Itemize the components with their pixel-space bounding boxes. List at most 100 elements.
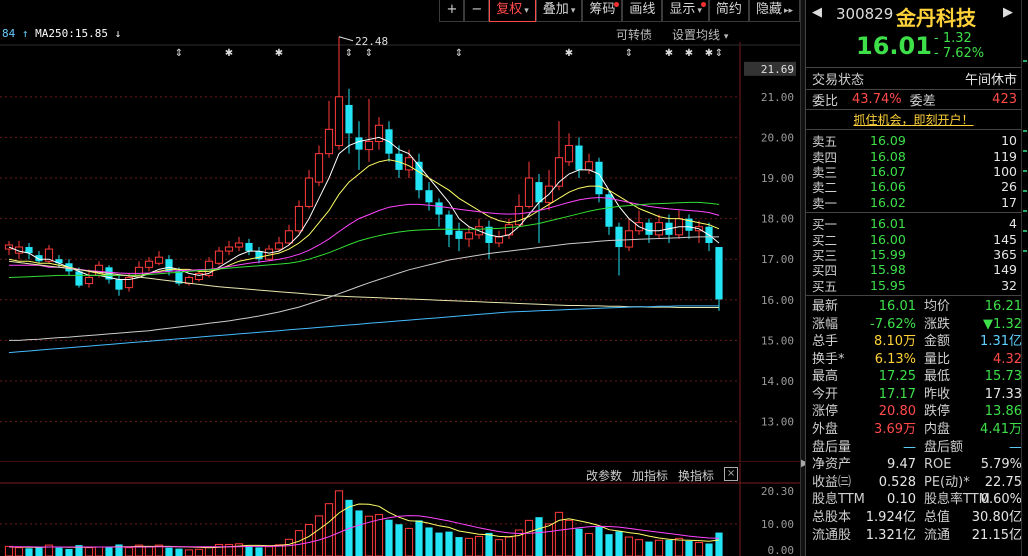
chevron-down-icon: ▾ [524, 6, 529, 16]
stat-label: 总股本 [812, 510, 852, 526]
order-book-vol: 365 [993, 246, 1017, 262]
notification-dot [614, 2, 620, 7]
stat-label: ROE [924, 457, 952, 473]
candle-body [425, 190, 433, 203]
stat-label: 均价 [924, 298, 951, 314]
order-book-row[interactable]: 买五 15.95 32 [806, 277, 1021, 294]
order-book-row[interactable]: 卖一 16.02 17 [806, 195, 1021, 211]
weicha-value: 423 [992, 92, 1017, 107]
order-book-price: 15.98 [870, 262, 906, 278]
ma250-label: MA250: [35, 27, 75, 40]
scroll-marker [1023, 130, 1027, 132]
volume-bar [385, 519, 393, 556]
ask-book: 卖五 16.09 10 卖四 16.08 119 卖三 16.07 100 卖二 16.06 26 卖一… [806, 130, 1021, 213]
volume-bar [665, 539, 673, 556]
volume-bar [554, 511, 564, 556]
stat-value: 1.924亿 [865, 510, 916, 526]
stock-name: 金丹科技 [896, 6, 976, 30]
kline-chart[interactable]: 21.69 21.00 20.00 19.00 18.00 17.00 16.00 15.00… [0, 0, 800, 462]
add-indicator-button[interactable]: 加指标 [632, 467, 668, 484]
stat-label: 股息TTM [812, 492, 865, 508]
open-account-promo[interactable]: 抓住机会，即刻开户！ [806, 110, 1021, 130]
price-tick-label: 15.00 [761, 334, 794, 347]
chevron-down-icon: ▾ [570, 6, 576, 16]
promo-text[interactable]: 抓住机会，即刻开户！ [853, 113, 973, 127]
candle-body [345, 104, 353, 134]
volume-bar [334, 490, 344, 556]
volume-bar [175, 548, 183, 556]
convertible-bond-link[interactable]: 可转债 [616, 26, 652, 43]
stat-value: ▼1.32 [983, 316, 1022, 332]
stat-value: 4.32 [993, 351, 1022, 367]
volume-bar [415, 520, 423, 556]
candle-body [645, 222, 653, 235]
volume-bar [485, 532, 493, 556]
event-marker-icon: ⇕ [625, 48, 633, 59]
candle-body [284, 230, 294, 244]
overlay-button-label: 叠加 [542, 2, 569, 17]
event-marker-icon: ✱ [705, 48, 713, 59]
volume-bar [524, 519, 534, 556]
ma-setting-button[interactable]: 设置均线 ▾ [672, 26, 728, 43]
order-book-price: 16.09 [870, 133, 906, 149]
stat-value: — [903, 439, 916, 455]
adjust-button[interactable]: 复权 ▾ [489, 0, 536, 22]
candle-body [455, 230, 463, 239]
edit-params-button[interactable]: 改参数 [586, 467, 622, 484]
stat-value: 16.01 [878, 298, 916, 314]
overlay-button[interactable]: 叠加 ▾ [535, 0, 583, 22]
chart-area[interactable]: 21.69 21.00 20.00 19.00 18.00 17.00 16.00 15.00… [0, 0, 800, 556]
candle-body [575, 145, 583, 170]
quote-panel: ◀ 300829 金丹科技 ▶ 16.01 - 1.32 - 7.62% 交易状… [805, 0, 1022, 556]
candle-body [115, 279, 123, 290]
candle-body [84, 276, 94, 285]
close-icon[interactable]: × [724, 467, 739, 481]
volume-bar [535, 517, 543, 556]
candle-body [224, 246, 234, 252]
order-book-label: 卖一 [812, 195, 838, 211]
candle-body [194, 272, 204, 281]
chips-button-label: 筹码 [589, 2, 616, 17]
candle-body [654, 222, 664, 236]
candle-body [514, 205, 524, 226]
candle-body [324, 128, 334, 155]
volume-bar [435, 532, 443, 556]
simple-button[interactable]: 简约 [708, 0, 749, 22]
stat-label: 总手 [812, 334, 839, 350]
price-change-pct: - 7.62% [934, 46, 985, 61]
hide-button[interactable]: 隐藏 ▸▸ [748, 0, 800, 22]
volume-bar [245, 546, 253, 556]
order-book-label: 买五 [812, 278, 838, 294]
event-marker-icon: ✱ [565, 48, 573, 59]
stat-label: 收益㈢ [812, 474, 852, 490]
draw-line-button[interactable]: 画线 [622, 0, 663, 22]
candle-body [334, 96, 344, 147]
chips-button[interactable]: 筹码 [582, 0, 623, 22]
stat-label: 最高 [812, 369, 839, 385]
stat-label: 涨幅 [812, 316, 839, 332]
weicha-label: 委差 [909, 94, 936, 109]
volume-tick-label: 20.30 [761, 485, 794, 498]
volume-bar [4, 545, 14, 556]
prev-stock-icon[interactable]: ◀ [812, 5, 822, 20]
candle-body [245, 242, 253, 252]
display-button[interactable]: 显示 ▾ [662, 0, 709, 22]
zoom-out-button[interactable]: − [464, 0, 490, 22]
candle-body [374, 124, 384, 142]
right-edge-strip [1021, 0, 1028, 556]
volume-bar [674, 537, 684, 556]
order-book-price: 15.95 [870, 277, 906, 293]
candle-body [75, 271, 83, 286]
zoom-in-button[interactable]: + [439, 0, 465, 22]
price-tick-label: 16.00 [761, 294, 794, 307]
volume-bar [35, 547, 43, 556]
scroll-marker [1023, 250, 1027, 252]
price-tick-label: 21.00 [761, 91, 794, 104]
volume-bar [84, 547, 94, 556]
switch-indicator-button[interactable]: 换指标 [678, 467, 714, 484]
stat-value: 15.73 [984, 369, 1022, 385]
next-stock-icon[interactable]: ▶ [1003, 5, 1013, 20]
scroll-marker [1023, 210, 1027, 212]
volume-bar [455, 537, 463, 556]
stat-value: 3.69万 [874, 422, 916, 438]
